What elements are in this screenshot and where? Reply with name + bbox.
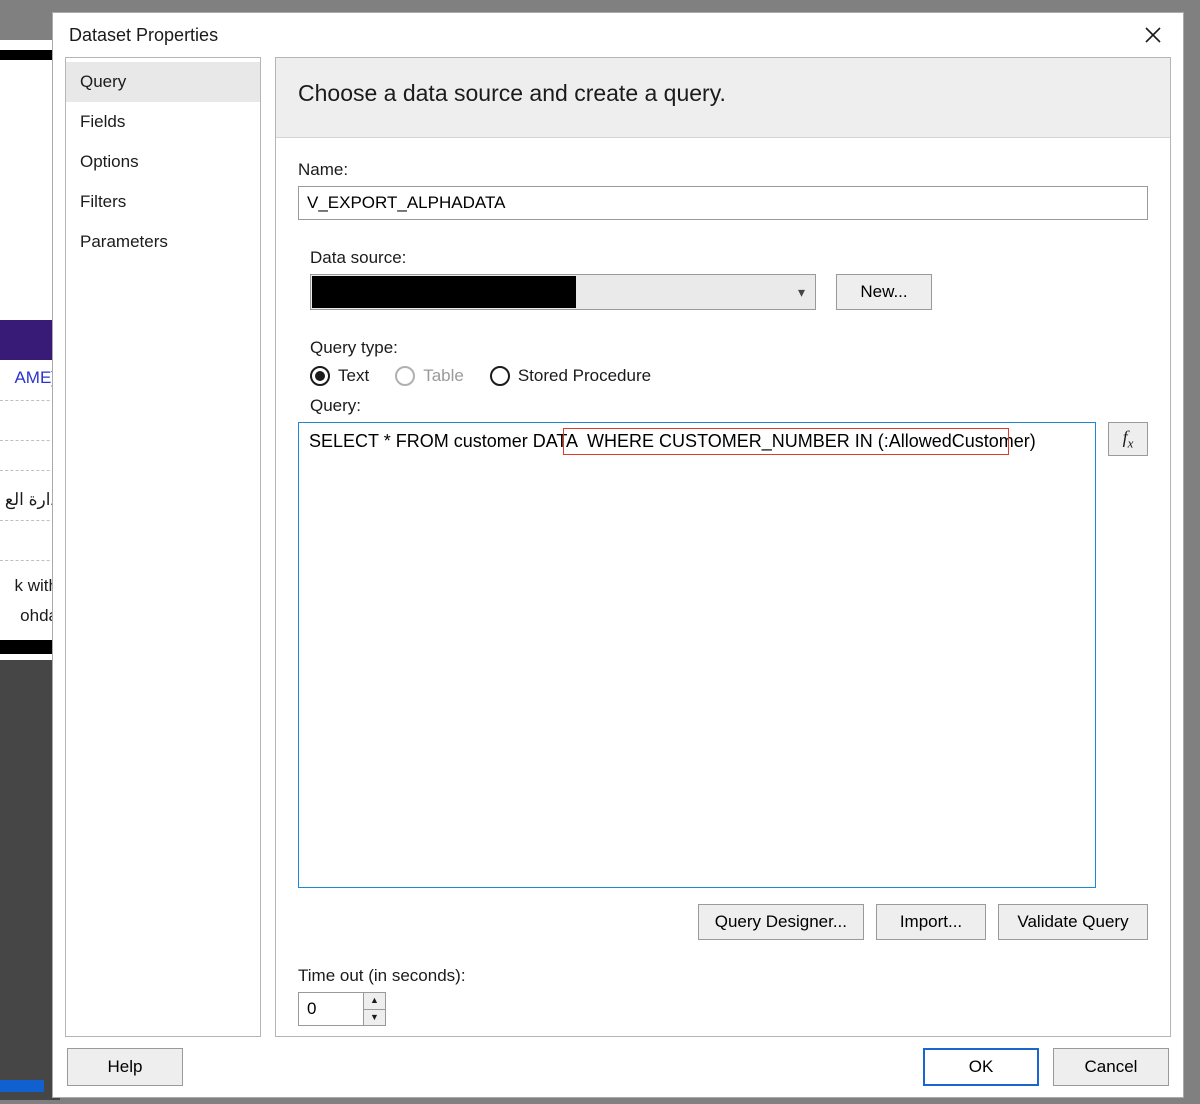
nav-item-query[interactable]: Query: [66, 62, 260, 102]
nav-item-parameters[interactable]: Parameters: [66, 222, 260, 262]
nav-item-options[interactable]: Options: [66, 142, 260, 182]
querytype-stored-radio[interactable]: Stored Procedure: [490, 366, 651, 386]
name-input[interactable]: [298, 186, 1148, 220]
timeout-label: Time out (in seconds):: [298, 966, 1148, 986]
button-label: Import...: [900, 912, 962, 932]
querytype-label: Query type:: [310, 338, 1148, 358]
radio-icon: [395, 366, 415, 386]
button-label: New...: [860, 282, 907, 302]
cancel-button[interactable]: Cancel: [1053, 1048, 1169, 1086]
content-panel: Choose a data source and create a query.…: [275, 57, 1171, 1037]
nav-item-fields[interactable]: Fields: [66, 102, 260, 142]
stepper-up-icon[interactable]: ▲: [364, 993, 385, 1009]
query-designer-button[interactable]: Query Designer...: [698, 904, 864, 940]
button-label: Help: [108, 1057, 143, 1077]
nav-item-label: Parameters: [80, 232, 168, 251]
radio-label: Stored Procedure: [518, 366, 651, 386]
nav-item-filters[interactable]: Filters: [66, 182, 260, 222]
timeout-input[interactable]: [299, 993, 363, 1025]
close-icon: [1144, 26, 1162, 44]
dialog-footer: Help OK Cancel: [53, 1037, 1183, 1097]
help-button[interactable]: Help: [67, 1048, 183, 1086]
ok-button[interactable]: OK: [923, 1048, 1039, 1086]
querytype-text-radio[interactable]: Text: [310, 366, 369, 386]
nav-panel: Query Fields Options Filters Parameters: [65, 57, 261, 1037]
fx-icon: fx: [1123, 427, 1134, 452]
dataset-properties-dialog: Dataset Properties Query Fields Options …: [52, 12, 1184, 1098]
validate-query-button[interactable]: Validate Query: [998, 904, 1148, 940]
querytype-table-radio[interactable]: Table: [395, 366, 464, 386]
radio-icon: [490, 366, 510, 386]
stepper-down-icon[interactable]: ▼: [364, 1009, 385, 1026]
radio-label: Table: [423, 366, 464, 386]
chevron-down-icon: ▾: [798, 284, 805, 301]
expression-fx-button[interactable]: fx: [1108, 422, 1148, 456]
query-label: Query:: [310, 396, 1148, 416]
datasource-select[interactable]: ▾: [310, 274, 816, 310]
datasource-value-redacted: [312, 276, 576, 308]
nav-item-label: Options: [80, 152, 139, 171]
name-label: Name:: [298, 160, 1148, 180]
dialog-title: Dataset Properties: [69, 25, 1133, 46]
datasource-label: Data source:: [310, 248, 1148, 268]
close-button[interactable]: [1133, 17, 1173, 53]
nav-item-label: Fields: [80, 112, 125, 131]
import-button[interactable]: Import...: [876, 904, 986, 940]
query-textarea-wrap: [298, 422, 1096, 888]
button-label: Validate Query: [1017, 912, 1128, 932]
query-textarea[interactable]: [299, 423, 1095, 887]
button-label: OK: [969, 1057, 994, 1077]
titlebar: Dataset Properties: [53, 13, 1183, 57]
new-datasource-button[interactable]: New...: [836, 274, 932, 310]
timeout-stepper[interactable]: ▲ ▼: [298, 992, 386, 1026]
button-label: Cancel: [1085, 1057, 1138, 1077]
radio-label: Text: [338, 366, 369, 386]
content-heading: Choose a data source and create a query.: [276, 58, 1170, 138]
button-label: Query Designer...: [715, 912, 847, 932]
nav-item-label: Filters: [80, 192, 126, 211]
radio-icon: [310, 366, 330, 386]
nav-item-label: Query: [80, 72, 126, 91]
